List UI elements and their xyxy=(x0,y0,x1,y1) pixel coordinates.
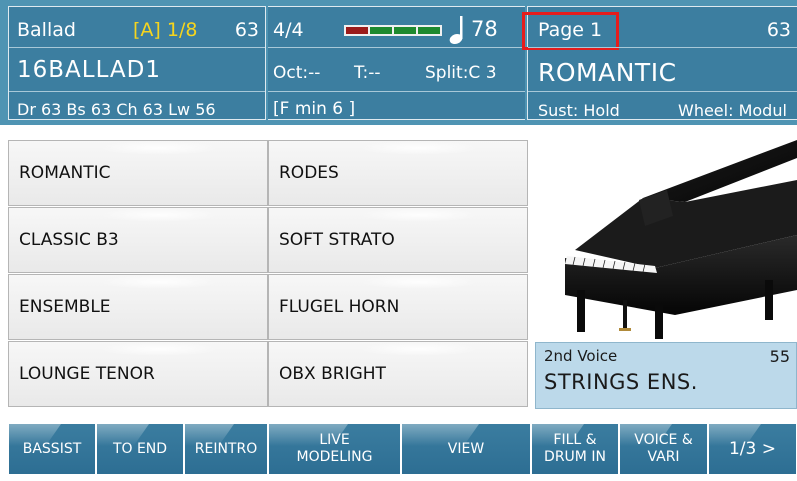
transpose-status: T:-- xyxy=(354,63,381,83)
divider xyxy=(9,91,265,92)
voice-number: 63 xyxy=(766,19,791,41)
divider xyxy=(528,47,797,48)
status-header: Ballad [A] 1/8 63 16BALLAD1 Dr 63 Bs 63 … xyxy=(0,0,797,125)
tab-label: BASSIST xyxy=(22,440,82,457)
bottom-tab-bar: BASSIST TO END REINTRO LIVE MODELING VIE… xyxy=(0,409,797,481)
next-page-button[interactable]: 1/3 > xyxy=(708,424,797,475)
tab-label: VOICE & VARI xyxy=(634,432,693,465)
beat-4 xyxy=(418,27,440,34)
tab-label: 1/3 > xyxy=(728,438,776,459)
tempo-value[interactable]: 78 xyxy=(471,17,498,41)
status-panel: 4/4 78 Oct:-- T:-- Split:C 3 [F min 6 ] xyxy=(268,6,525,120)
voice-button-label: LOUNGE TENOR xyxy=(19,364,155,384)
voice-button[interactable]: ENSEMBLE xyxy=(8,274,268,340)
divider xyxy=(9,47,265,48)
voice-button-label: CLASSIC B3 xyxy=(19,230,119,250)
voice-button-label: ROMANTIC xyxy=(19,163,111,183)
voice-button-label: RODES xyxy=(279,163,339,183)
tab-voice-vari[interactable]: VOICE & VARI xyxy=(619,424,708,475)
beat-2 xyxy=(370,27,392,34)
tab-reintro[interactable]: REINTRO xyxy=(184,424,268,475)
voice-name: ROMANTIC xyxy=(538,58,677,87)
wheel-status: Wheel: Modul xyxy=(678,101,787,120)
tab-bassist[interactable]: BASSIST xyxy=(8,424,96,475)
style-full-name: 16BALLAD1 xyxy=(17,57,162,83)
voice-button[interactable]: OBX BRIGHT xyxy=(268,341,528,407)
time-signature: 4/4 xyxy=(273,19,304,41)
instrument-picture xyxy=(535,140,797,341)
style-panel[interactable]: Ballad [A] 1/8 63 16BALLAD1 Dr 63 Bs 63 … xyxy=(8,6,266,120)
chord-display: [F min 6 ] xyxy=(273,99,356,119)
tab-label: VIEW xyxy=(447,440,485,457)
tab-to-end[interactable]: TO END xyxy=(96,424,184,475)
tab-fill-drum-in[interactable]: FILL & DRUM IN xyxy=(531,424,619,475)
voice-button-label: OBX BRIGHT xyxy=(279,364,386,384)
tab-view[interactable]: VIEW xyxy=(401,424,531,475)
style-variation: [A] 1/8 xyxy=(133,19,198,41)
sustain-status: Sust: Hold xyxy=(538,101,620,120)
voice-button[interactable]: SOFT STRATO xyxy=(268,207,528,273)
second-voice-name: STRINGS ENS. xyxy=(544,370,698,394)
tab-label: FILL & DRUM IN xyxy=(544,432,606,465)
grand-piano-image xyxy=(565,140,797,339)
tab-label: REINTRO xyxy=(194,440,258,457)
voice-button[interactable]: ROMANTIC xyxy=(8,140,268,206)
style-name: Ballad xyxy=(17,19,76,41)
beat-3 xyxy=(394,27,416,34)
divider xyxy=(268,91,525,92)
voice-panel[interactable]: Page 1 63 ROMANTIC Sust: Hold Wheel: Mod… xyxy=(522,6,797,120)
tab-label: LIVE MODELING xyxy=(296,432,373,465)
style-volumes: Dr 63 Bs 63 Ch 63 Lw 56 xyxy=(17,100,216,119)
voice-button-label: ENSEMBLE xyxy=(19,297,111,317)
voice-button-label: FLUGEL HORN xyxy=(279,297,400,317)
split-status: Split:C 3 xyxy=(425,63,497,83)
tab-label: TO END xyxy=(112,440,168,457)
voice-button[interactable]: LOUNGE TENOR xyxy=(8,341,268,407)
divider xyxy=(528,91,797,92)
second-voice-panel[interactable]: 2nd Voice 55 STRINGS ENS. xyxy=(535,342,797,409)
beat-1 xyxy=(346,27,368,34)
octave-status: Oct:-- xyxy=(273,63,321,83)
quarter-note-icon xyxy=(449,16,463,45)
voice-grid: ROMANTIC RODES CLASSIC B3 SOFT STRATO EN… xyxy=(8,140,528,410)
divider xyxy=(268,47,525,48)
tab-live-modeling[interactable]: LIVE MODELING xyxy=(268,424,401,475)
voice-button[interactable]: CLASSIC B3 xyxy=(8,207,268,273)
voice-button[interactable]: RODES xyxy=(268,140,528,206)
page-highlight-box xyxy=(522,12,619,50)
voice-button-label: SOFT STRATO xyxy=(279,230,395,250)
style-number: 63 xyxy=(234,19,259,41)
voice-button[interactable]: FLUGEL HORN xyxy=(268,274,528,340)
beat-indicator xyxy=(344,25,442,36)
second-voice-number: 55 xyxy=(769,347,790,366)
second-voice-label: 2nd Voice xyxy=(544,347,618,365)
